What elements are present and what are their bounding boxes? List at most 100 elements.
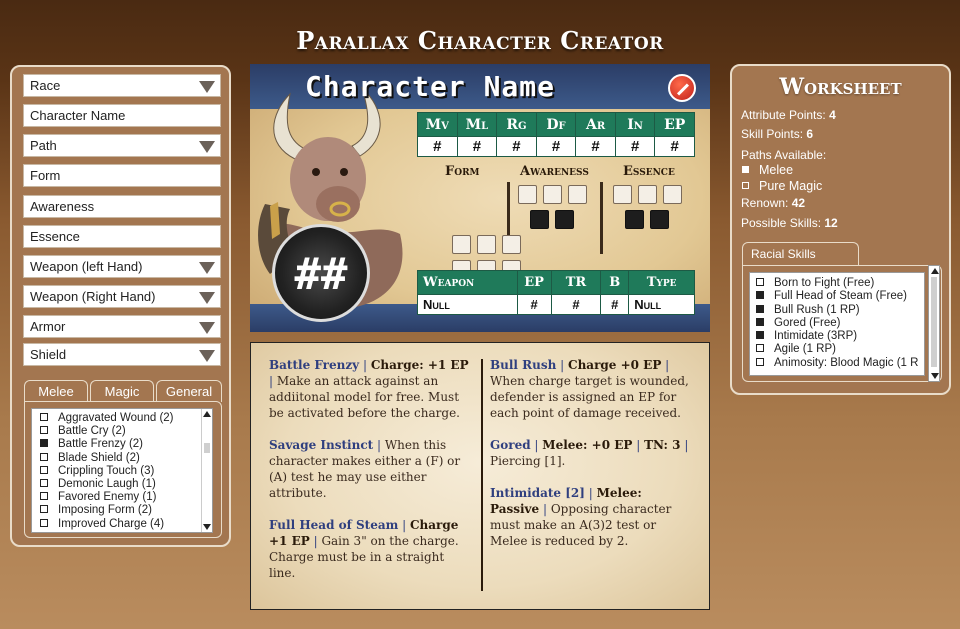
die-icon xyxy=(543,185,562,204)
weapon-cell: Null xyxy=(628,294,695,315)
checkbox-icon[interactable] xyxy=(40,412,48,421)
list-item[interactable]: Battle Frenzy (2) xyxy=(32,438,212,451)
chevron-down-icon[interactable] xyxy=(199,322,215,334)
shield-select[interactable]: Shield xyxy=(23,343,221,366)
list-item[interactable]: Crippling Touch (3) xyxy=(32,465,212,478)
checkbox-icon[interactable] xyxy=(742,182,749,190)
path-select[interactable]: Path xyxy=(23,134,221,157)
chevron-down-icon[interactable] xyxy=(199,292,215,304)
character-form-panel: Race Character Name Path Form Awareness … xyxy=(10,65,231,547)
worksheet-panel: Worksheet Attribute Points: 4 Skill Poin… xyxy=(730,64,951,395)
scroll-thumb[interactable] xyxy=(204,443,210,453)
skill-description: Savage Instinct | When this character ma… xyxy=(269,437,474,501)
chevron-down-icon[interactable] xyxy=(199,350,215,362)
path-option-pure-magic[interactable]: Pure Magic xyxy=(742,179,822,193)
list-item[interactable]: Favored Enemy (1) xyxy=(32,491,212,504)
tab-racial-skills[interactable]: Racial Skills xyxy=(742,242,859,266)
skill-description-extra: TN: 3 xyxy=(644,438,681,452)
list-item[interactable]: Bull Rush (1 RP) xyxy=(750,304,924,317)
race-select[interactable]: Race xyxy=(23,74,221,97)
list-item[interactable]: Blade Shield (2) xyxy=(32,452,212,465)
path-option-melee[interactable]: Melee xyxy=(742,163,793,177)
checkbox-icon[interactable] xyxy=(756,331,764,340)
character-name-field[interactable]: Character Name xyxy=(23,104,221,127)
list-item[interactable]: Agile (1 RP) xyxy=(750,343,924,356)
list-item[interactable]: Improved Charge (4) xyxy=(32,518,212,531)
racial-skills-scrollbar[interactable] xyxy=(928,265,940,382)
checkbox-icon[interactable] xyxy=(756,357,764,366)
checkbox-icon[interactable] xyxy=(40,492,48,501)
checkbox-icon[interactable] xyxy=(40,426,48,435)
checkbox-icon[interactable] xyxy=(756,277,764,286)
app-title: Parallax Character Creator xyxy=(296,26,664,55)
racial-skill-label: Agile (1 RP) xyxy=(774,343,836,356)
path-option-label: Melee xyxy=(759,163,794,177)
separator: | xyxy=(632,438,645,452)
list-item[interactable]: Battle Cry (2) xyxy=(32,425,212,438)
checkbox-icon[interactable] xyxy=(756,291,764,300)
racial-skill-label: Full Head of Steam (Free) xyxy=(774,290,907,303)
chevron-down-icon[interactable] xyxy=(199,141,215,153)
list-item[interactable]: Demonic Laugh (1) xyxy=(32,478,212,491)
essence-field[interactable]: Essence xyxy=(23,225,221,248)
separator: | xyxy=(539,502,551,516)
die-icon xyxy=(530,210,549,229)
skill-description-name: Full Head of Steam xyxy=(269,518,399,532)
list-item[interactable]: Born to Fight (Free) xyxy=(750,277,924,290)
scroll-thumb[interactable] xyxy=(931,277,937,367)
checkbox-icon[interactable] xyxy=(40,518,48,527)
list-item[interactable]: Intimidate (3RP) xyxy=(750,330,924,343)
armor-select[interactable]: Armor xyxy=(23,315,221,338)
skill-description-name: Bull Rush xyxy=(490,358,557,372)
scroll-down-icon[interactable] xyxy=(931,373,939,379)
weapon-table: Weapon EP TR B Type Null # # # Null xyxy=(417,270,695,315)
checkbox-icon[interactable] xyxy=(40,452,48,461)
weapon-left-select[interactable]: Weapon (left Hand) xyxy=(23,255,221,278)
separator: | xyxy=(680,438,689,452)
divider xyxy=(600,182,603,254)
list-item[interactable]: Animosity: Blood Magic (1 R xyxy=(750,357,924,370)
list-item[interactable]: Gored (Free) xyxy=(750,317,924,330)
stat-header: Df xyxy=(535,112,577,137)
form-field[interactable]: Form xyxy=(23,164,221,187)
skill-description-name: Intimidate [2] xyxy=(490,486,585,500)
separator: | xyxy=(359,358,371,372)
tab-general[interactable]: General xyxy=(156,380,222,402)
awareness-field[interactable]: Awareness xyxy=(23,195,221,218)
list-item[interactable]: Full Head of Steam (Free) xyxy=(750,290,924,303)
weapon-right-select[interactable]: Weapon (Right Hand) xyxy=(23,285,221,308)
skill-tabs: Melee Magic General xyxy=(24,380,222,402)
form-heading: Form xyxy=(445,164,480,179)
checkbox-icon[interactable] xyxy=(756,317,764,326)
separator: | xyxy=(269,374,277,388)
scroll-down-icon[interactable] xyxy=(203,524,211,530)
tab-magic[interactable]: Magic xyxy=(90,380,154,402)
die-icon xyxy=(555,210,574,229)
description-column-left: Battle Frenzy | Charge: +1 EP | Make an … xyxy=(269,357,474,597)
skill-description-cost: Charge +0 EP xyxy=(568,358,662,372)
die-icon xyxy=(625,210,644,229)
weapon-header: Type xyxy=(628,270,695,295)
skill-list-panel: Aggravated Wound (2) Battle Cry (2) Battle… xyxy=(24,401,222,538)
skill-list: Aggravated Wound (2) Battle Cry (2) Battle… xyxy=(31,408,213,533)
checkbox-icon[interactable] xyxy=(40,465,48,474)
list-item[interactable]: Imposing Form (2) xyxy=(32,504,212,517)
chevron-down-icon[interactable] xyxy=(199,81,215,93)
checkbox-icon[interactable] xyxy=(756,304,764,313)
renown: Renown: 42 xyxy=(741,196,805,210)
checkbox-icon[interactable] xyxy=(742,166,749,174)
skill-list-scrollbar[interactable] xyxy=(201,409,212,532)
checkbox-icon[interactable] xyxy=(756,344,764,353)
scroll-up-icon[interactable] xyxy=(931,268,939,274)
die-icon xyxy=(663,185,682,204)
checkbox-icon[interactable] xyxy=(40,505,48,514)
die-icon xyxy=(502,235,521,254)
weapon-cell: # xyxy=(516,294,552,315)
scroll-up-icon[interactable] xyxy=(203,411,211,417)
checkbox-icon[interactable] xyxy=(40,439,48,448)
tab-melee[interactable]: Melee xyxy=(24,380,88,402)
chevron-down-icon[interactable] xyxy=(199,262,215,274)
checkbox-icon[interactable] xyxy=(40,478,48,487)
list-item[interactable]: Aggravated Wound (2) xyxy=(32,412,212,425)
skill-description-body: Piercing [1]. xyxy=(490,454,566,468)
